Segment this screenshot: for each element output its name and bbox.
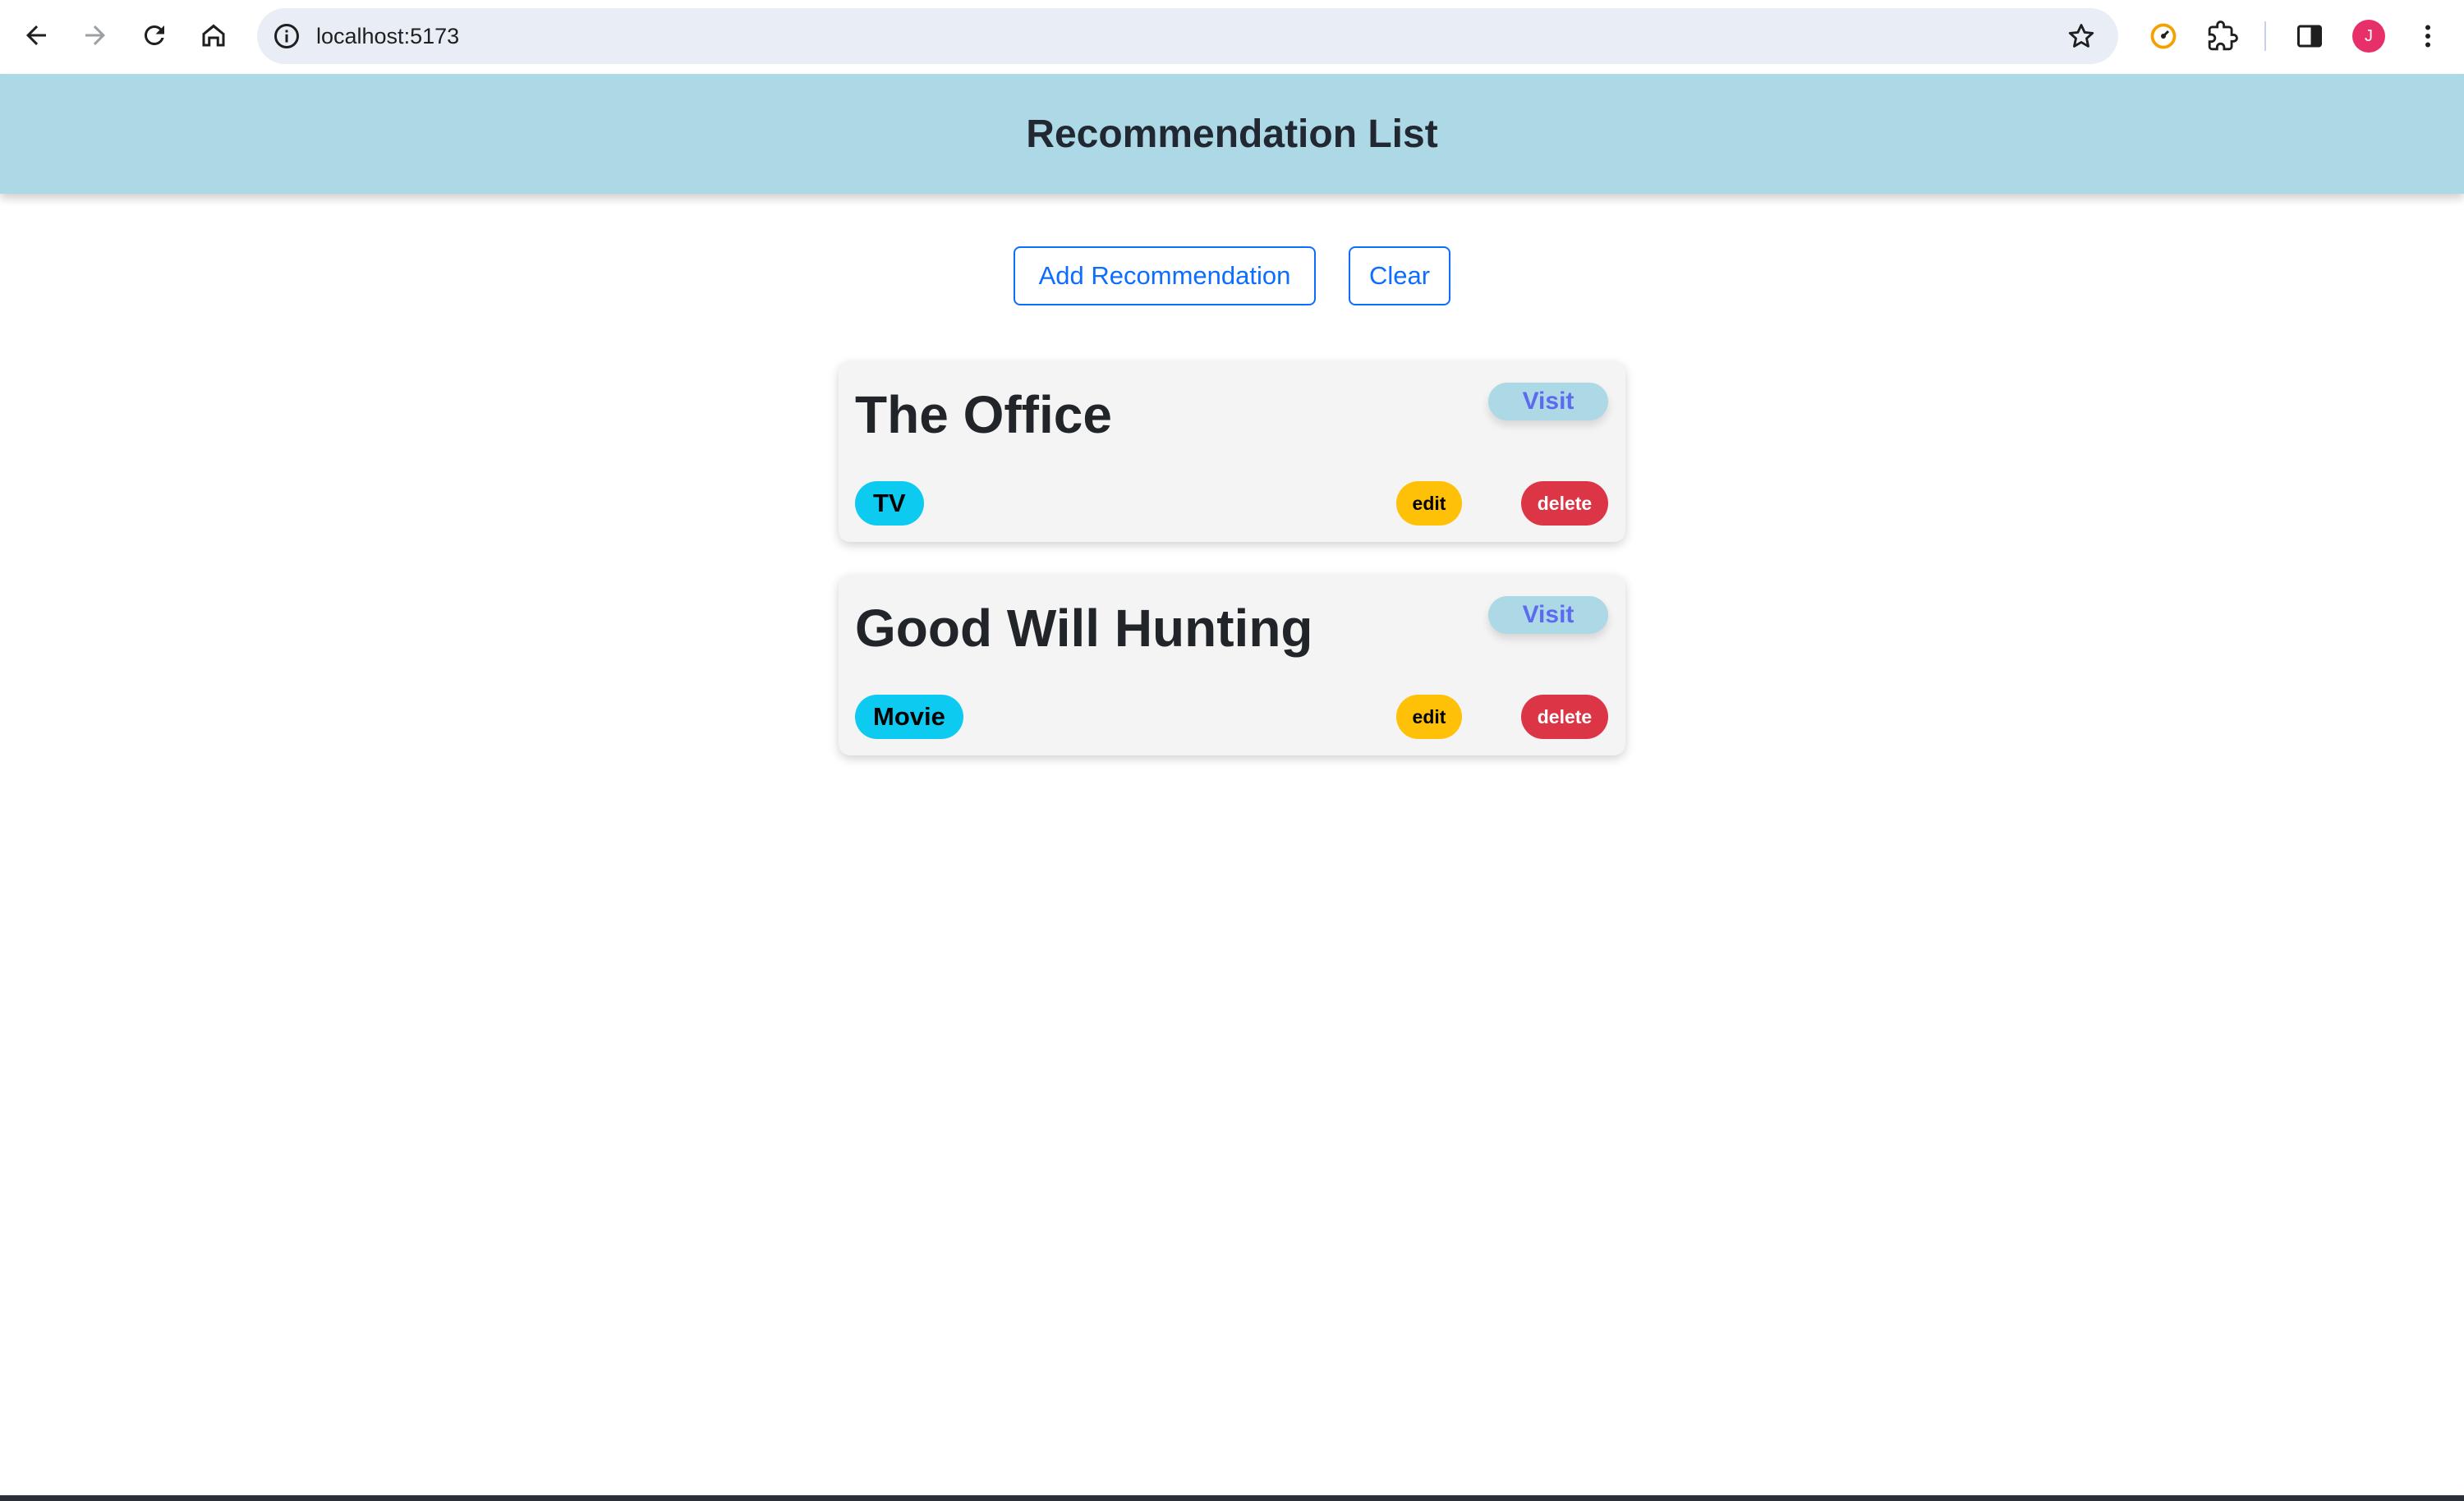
action-bar: Add Recommendation Clear: [0, 246, 2464, 309]
visit-button[interactable]: Visit: [1488, 596, 1608, 634]
address-bar[interactable]: localhost:5173: [257, 8, 2118, 64]
page-title: Recommendation List: [1026, 112, 1438, 156]
clear-button[interactable]: Clear: [1349, 246, 1450, 305]
app-header: Recommendation List: [0, 74, 2464, 194]
delete-button[interactable]: delete: [1521, 481, 1608, 526]
category-badge: Movie: [855, 695, 963, 739]
add-recommendation-button[interactable]: Add Recommendation: [1014, 246, 1316, 305]
recommendation-title: Good Will Hunting: [855, 599, 1313, 658]
delete-button[interactable]: delete: [1521, 695, 1608, 739]
url-text[interactable]: localhost:5173: [316, 8, 459, 64]
forward-icon[interactable]: [76, 16, 115, 55]
home-icon[interactable]: [194, 16, 233, 55]
profile-avatar[interactable]: J: [2352, 20, 2385, 53]
extensions-puzzle-icon[interactable]: [2204, 18, 2241, 54]
performance-extension-icon[interactable]: [2145, 18, 2181, 54]
category-badge: TV: [855, 481, 924, 526]
reload-icon[interactable]: [135, 16, 174, 55]
side-panel-icon[interactable]: [2292, 18, 2328, 54]
site-info-icon[interactable]: [272, 21, 301, 51]
recommendation-card: The Office Visit TV edit delete: [839, 361, 1625, 542]
window-bottom-edge: [0, 1495, 2464, 1501]
browser-toolbar: localhost:5173 J: [0, 0, 2464, 74]
more-menu-icon[interactable]: [2410, 18, 2446, 54]
edit-button[interactable]: edit: [1396, 695, 1462, 739]
bookmark-star-icon[interactable]: [2066, 21, 2097, 52]
recommendation-card: Good Will Hunting Visit Movie edit delet…: [839, 575, 1625, 755]
back-icon[interactable]: [16, 16, 56, 55]
recommendation-title: The Office: [855, 385, 1112, 444]
toolbar-separator: [2264, 21, 2266, 51]
visit-button[interactable]: Visit: [1488, 383, 1608, 420]
edit-button[interactable]: edit: [1396, 481, 1462, 526]
